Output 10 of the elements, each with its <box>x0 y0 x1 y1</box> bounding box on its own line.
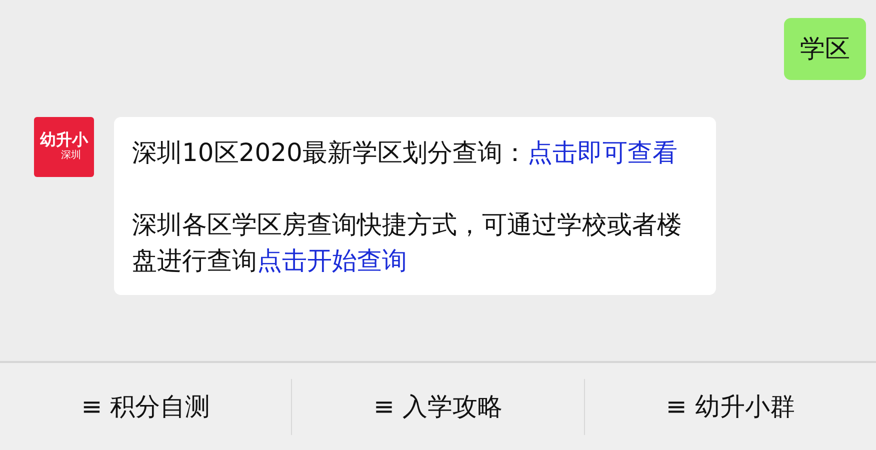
link[interactable]: 点击开始查询 <box>257 246 407 275</box>
message-bubble: 学区 <box>784 18 866 80</box>
message-text: 深圳各区学区房查询快捷方式，可通过学校或者楼盘进行查询点击开始查询 <box>132 209 683 277</box>
message-text: 深圳10区2020最新学区划分查询：点击即可查看 <box>132 137 678 169</box>
menu-button[interactable]: ≡ 积分自测 <box>0 378 292 434</box>
logo-subtitle: 深圳 <box>60 149 81 163</box>
link[interactable]: 点击即可查看 <box>527 138 678 167</box>
menu-button[interactable]: ≡ 入学攻略 <box>292 378 585 434</box>
logo-title: 幼升小 <box>40 131 88 149</box>
menu-button[interactable]: ≡ 幼升小群 <box>584 378 876 434</box>
